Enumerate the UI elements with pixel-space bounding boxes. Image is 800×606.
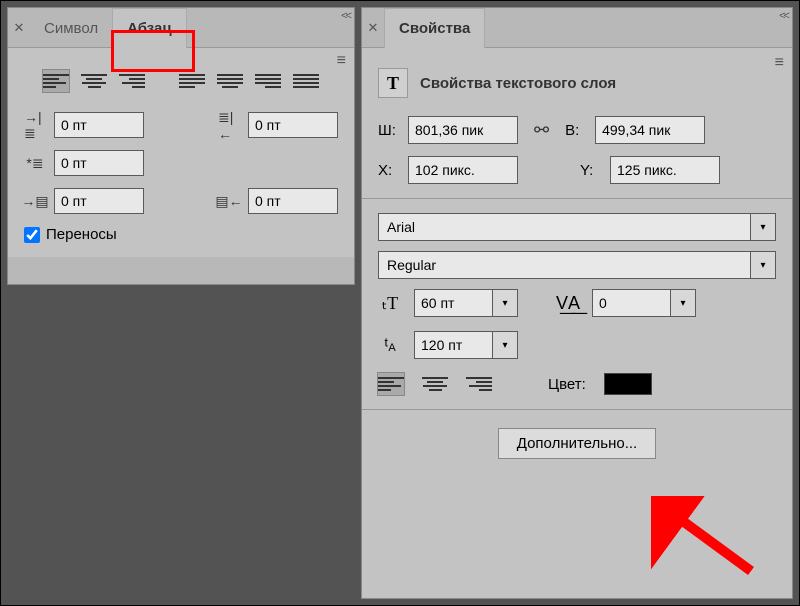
tracking-spinner[interactable]: ▾ [592, 289, 696, 317]
tracking-input[interactable] [592, 289, 670, 317]
properties-panel: ✕ << Свойства ≡ T Свойства текстового сл… [361, 7, 793, 599]
space-before-icon: →▤ [24, 192, 46, 210]
properties-body: T Свойства текстового слоя Ш: ⚯ В: X: Y:… [362, 48, 792, 598]
indent-right-input[interactable] [248, 112, 338, 138]
section-title: Свойства текстового слоя [420, 75, 616, 92]
tab-paragraph[interactable]: Абзац [112, 8, 187, 48]
space-after-icon: ▤← [218, 192, 240, 210]
color-swatch[interactable] [604, 373, 652, 395]
x-input[interactable] [408, 156, 518, 184]
x-label: X: [378, 162, 400, 179]
align-center-button[interactable] [81, 70, 107, 92]
justify-last-left-button[interactable] [179, 70, 205, 92]
link-wh-icon[interactable]: ⚯ [526, 120, 557, 141]
chevron-down-icon[interactable]: ▾ [670, 289, 696, 317]
height-label: В: [565, 122, 587, 139]
first-line-indent-input[interactable] [54, 150, 144, 176]
font-style-input[interactable] [378, 251, 750, 279]
justify-all-button[interactable] [293, 70, 319, 92]
chevron-down-icon[interactable]: ▾ [492, 331, 518, 359]
panel-header: ✕ << Свойства [362, 8, 792, 48]
space-before-input[interactable] [54, 188, 144, 214]
text-align-right-button[interactable] [466, 373, 492, 395]
close-icon[interactable]: ✕ [362, 8, 384, 47]
justify-last-center-button[interactable] [217, 70, 243, 92]
font-size-icon: ₜT [378, 293, 402, 314]
paragraph-body: →|≣ ≣|← *≣ →▤ ▤← Переносы [8, 48, 354, 257]
leading-spinner[interactable]: ▾ [414, 331, 518, 359]
font-size-input[interactable] [414, 289, 492, 317]
indent-left-input[interactable] [54, 112, 144, 138]
indent-right-icon: ≣|← [218, 116, 240, 134]
text-align-center-button[interactable] [422, 373, 448, 395]
leading-input[interactable] [414, 331, 492, 359]
font-family-dropdown[interactable]: ▾ [378, 213, 776, 241]
font-family-input[interactable] [378, 213, 750, 241]
width-input[interactable] [408, 116, 518, 144]
collapse-icon[interactable]: << [779, 10, 788, 22]
hyphenation-checkbox[interactable] [24, 227, 40, 243]
flyout-menu-icon[interactable]: ≡ [775, 54, 784, 72]
y-input[interactable] [610, 156, 720, 184]
justify-last-right-button[interactable] [255, 70, 281, 92]
tracking-icon: V͟A͟ [556, 293, 580, 314]
text-align-left-button[interactable] [378, 373, 404, 395]
paragraph-panel: ✕ << Символ Абзац ≡ →|≣ ≣|← *≣ [7, 7, 355, 285]
height-input[interactable] [595, 116, 705, 144]
y-label: Y: [580, 162, 602, 179]
align-right-button[interactable] [119, 70, 145, 92]
tab-symbol[interactable]: Символ [30, 8, 112, 48]
flyout-menu-icon[interactable]: ≡ [337, 52, 346, 70]
color-label: Цвет: [548, 376, 586, 393]
hyphenation-label: Переносы [46, 226, 117, 243]
align-left-button[interactable] [43, 70, 69, 92]
collapse-icon[interactable]: << [341, 10, 350, 22]
chevron-down-icon[interactable]: ▾ [492, 289, 518, 317]
indent-left-icon: →|≣ [24, 116, 46, 134]
font-style-dropdown[interactable]: ▾ [378, 251, 776, 279]
chevron-down-icon[interactable]: ▾ [750, 251, 776, 279]
space-after-input[interactable] [248, 188, 338, 214]
tab-properties[interactable]: Свойства [384, 8, 485, 48]
close-icon[interactable]: ✕ [8, 8, 30, 47]
font-size-spinner[interactable]: ▾ [414, 289, 518, 317]
leading-icon: ᵗA [378, 335, 402, 356]
chevron-down-icon[interactable]: ▾ [750, 213, 776, 241]
first-line-indent-icon: *≣ [24, 154, 46, 172]
width-label: Ш: [378, 122, 400, 139]
panel-header: ✕ << Символ Абзац [8, 8, 354, 48]
more-options-button[interactable]: Дополнительно... [498, 428, 656, 459]
text-layer-icon: T [378, 68, 408, 98]
